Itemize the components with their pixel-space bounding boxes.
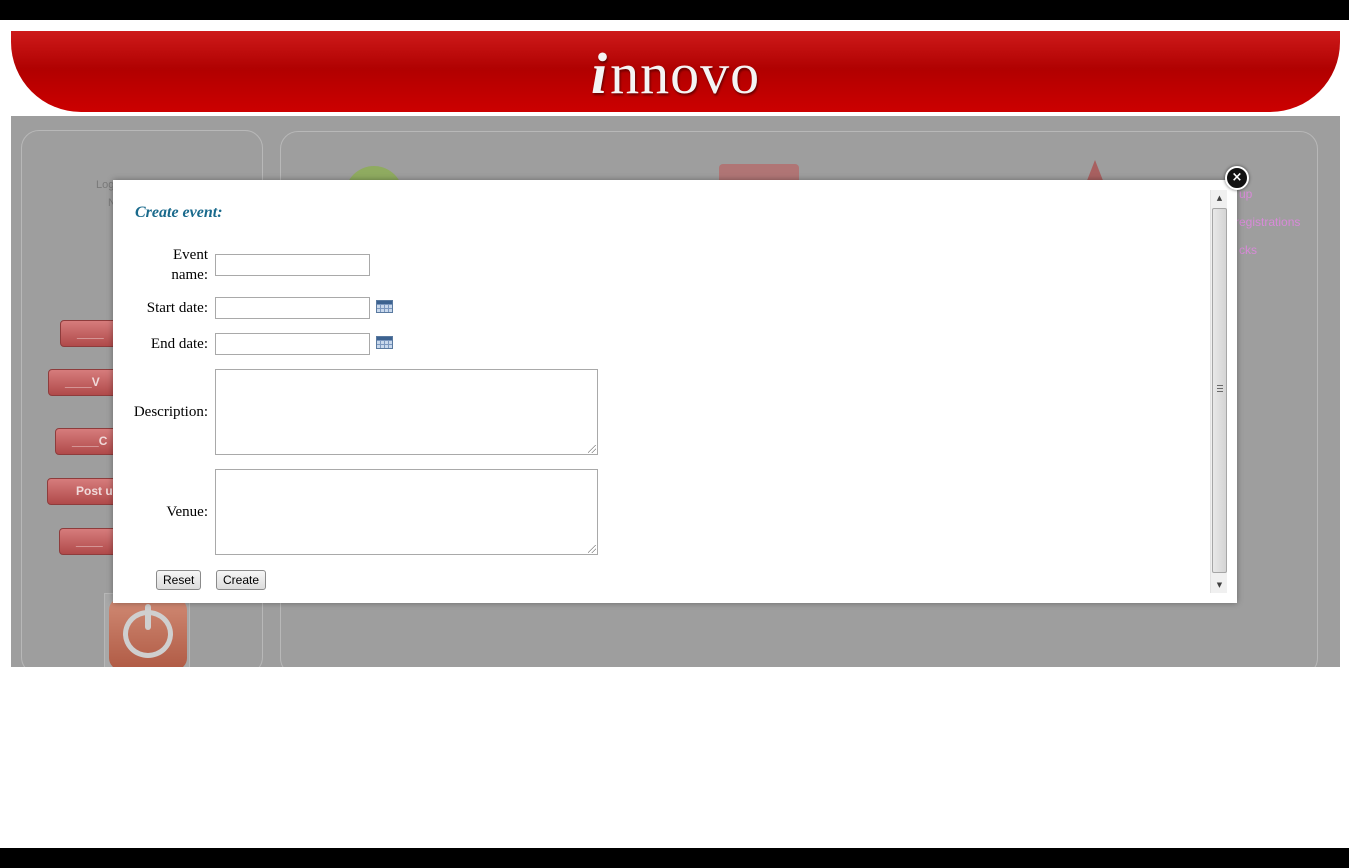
site-logo[interactable]: innovo: [11, 45, 1340, 103]
reset-button[interactable]: Reset: [156, 570, 202, 590]
power-stem: [145, 604, 151, 630]
top-black-bar: [0, 0, 1349, 20]
event-name-input[interactable]: [215, 254, 370, 276]
create-button[interactable]: Create: [216, 570, 267, 590]
logout-button[interactable]: [104, 593, 190, 667]
scroll-down-arrow-icon[interactable]: ▼: [1211, 577, 1228, 593]
start-date-input[interactable]: [215, 297, 370, 319]
calendar-icon[interactable]: [376, 336, 393, 349]
start-date-label: Start date:: [146, 300, 208, 316]
header-banner: innovo: [11, 31, 1340, 112]
power-icon: [109, 598, 187, 667]
login-text: Log: [96, 179, 115, 191]
end-date-input[interactable]: [215, 333, 370, 355]
scroll-thumb[interactable]: [1212, 208, 1227, 573]
dialog-scrollbar[interactable]: ▲ ▼: [1210, 190, 1227, 593]
logo-text: nnovo: [610, 41, 761, 106]
create-event-dialog: Create event: Event name: Start date: En…: [113, 180, 1237, 603]
resize-grip-icon[interactable]: [588, 545, 596, 553]
event-name-label-line2: name:: [171, 267, 208, 283]
description-textarea[interactable]: [215, 369, 598, 455]
end-date-label: End date:: [150, 336, 208, 352]
event-name-label-line1: Event: [173, 247, 208, 263]
calendar-icon[interactable]: [376, 300, 393, 313]
dialog-title: Create event:: [135, 204, 223, 221]
close-icon[interactable]: ×: [1225, 166, 1249, 190]
resize-grip-icon[interactable]: [588, 445, 596, 453]
description-label: Description:: [133, 404, 208, 420]
logo-letter-i: i: [590, 41, 609, 106]
venue-textarea[interactable]: [215, 469, 598, 555]
link-feedbacks[interactable]: cks: [1239, 243, 1257, 257]
link-registrations[interactable]: registrations: [1235, 215, 1300, 229]
scroll-up-arrow-icon[interactable]: ▲: [1211, 190, 1228, 206]
scroll-grip-icon: [1217, 385, 1223, 392]
event-name-label: Event name:: [113, 245, 208, 285]
bottom-black-bar: [0, 848, 1349, 868]
venue-label: Venue:: [166, 504, 208, 520]
